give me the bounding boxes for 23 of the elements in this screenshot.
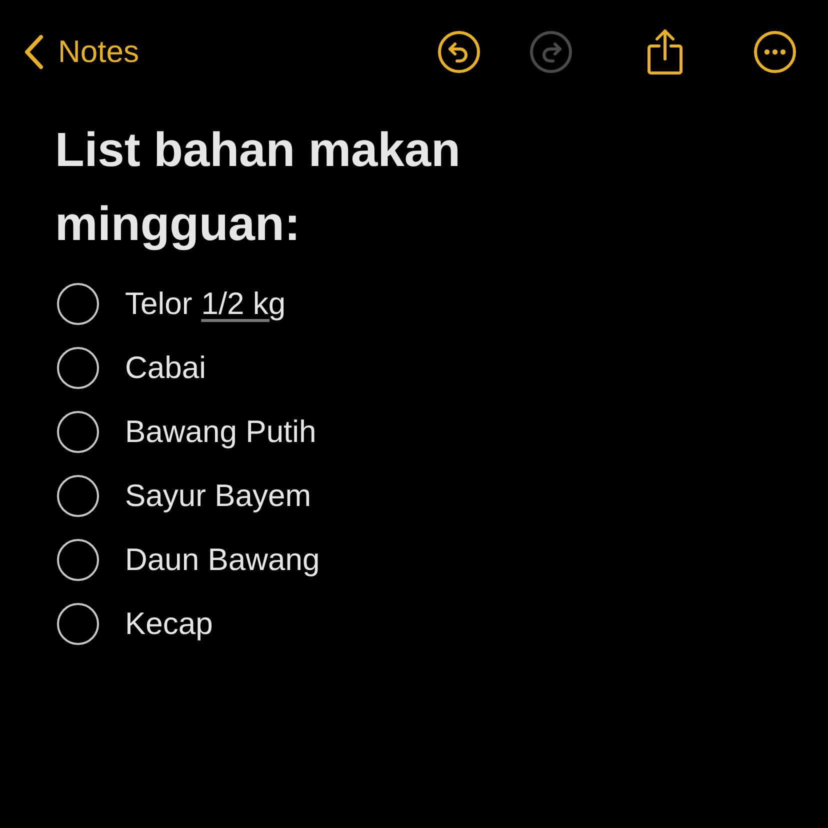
checklist-item-text: Kecap	[125, 606, 213, 642]
checkbox[interactable]	[57, 603, 99, 645]
checklist-item-text: Cabai	[125, 350, 206, 386]
checkbox[interactable]	[57, 283, 99, 325]
more-icon	[753, 30, 797, 74]
undo-icon	[437, 30, 481, 74]
checkbox[interactable]	[57, 411, 99, 453]
checklist-item-text: Telor	[125, 286, 192, 322]
back-button[interactable]: Notes	[24, 34, 139, 70]
checkbox[interactable]	[57, 347, 99, 389]
checkbox[interactable]	[57, 539, 99, 581]
checklist-item-text: Bawang Putih	[125, 414, 316, 450]
checklist-item-text: Daun Bawang	[125, 542, 320, 578]
share-icon	[645, 28, 685, 76]
note-title: List bahan makan mingguan:	[55, 123, 462, 253]
checkbox[interactable]	[57, 475, 99, 517]
chevron-left-icon	[24, 34, 44, 70]
checklist-item-text: Sayur Bayem	[125, 478, 312, 514]
back-label[interactable]: Notes	[58, 34, 139, 70]
undo-button[interactable]	[436, 29, 482, 75]
detected-link[interactable]: 1/2 kg	[201, 286, 286, 322]
redo-icon	[529, 30, 573, 74]
more-button[interactable]	[752, 29, 798, 75]
